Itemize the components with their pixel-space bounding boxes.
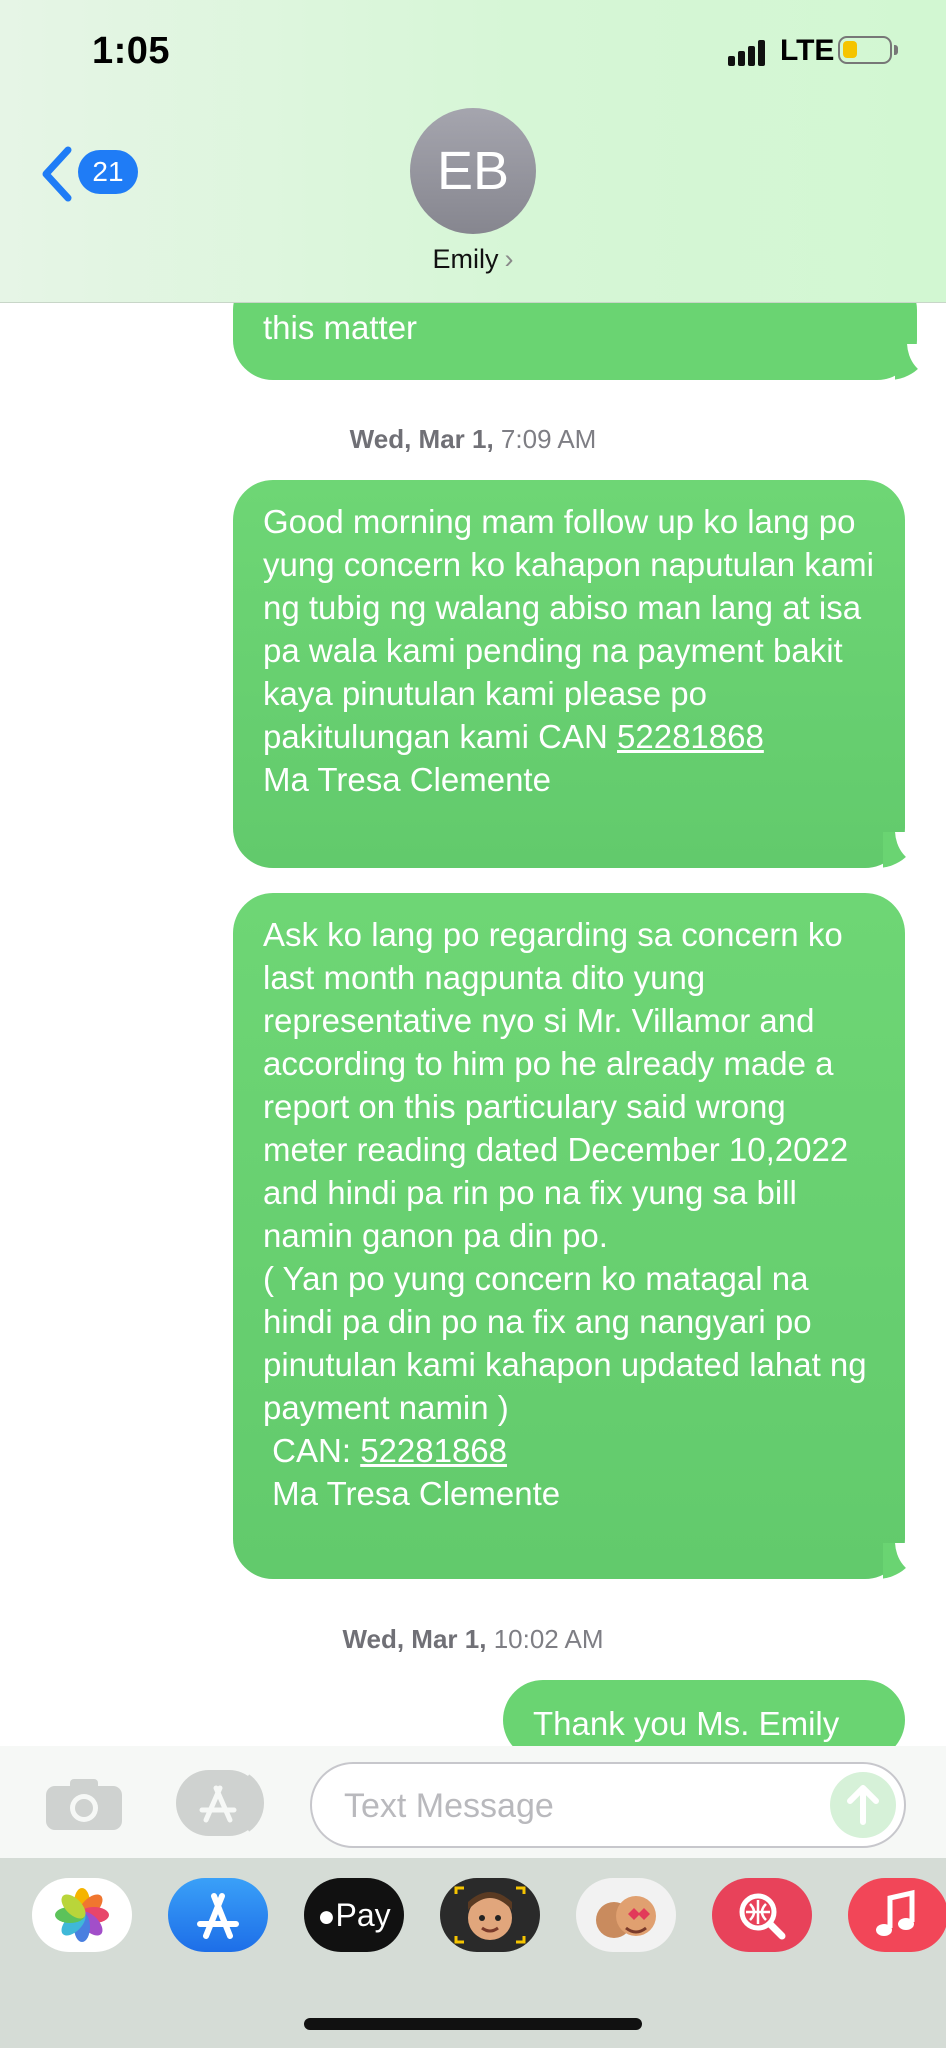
message-text: ( Yan po yung concern ko matagal na hind… <box>263 1260 867 1426</box>
contact-avatar[interactable]: EB <box>410 108 536 234</box>
message-text: Ma Tresa Clemente <box>263 1475 561 1512</box>
animoji-stickers-icon[interactable] <box>576 1878 676 1952</box>
imessage-app-drawer: ●Pay <box>0 1858 946 2048</box>
text-message-input[interactable] <box>342 1778 806 1834</box>
timestamp: Wed, Mar 1, 7:09 AM <box>349 424 597 454</box>
camera-icon[interactable] <box>44 1776 124 1832</box>
app-store-icon[interactable] <box>168 1878 268 1952</box>
back-chevron-icon[interactable] <box>38 144 78 204</box>
account-number-link[interactable]: 52281868 <box>617 718 764 755</box>
message-bubble[interactable]: Ask ko lang po regarding sa concern ko l… <box>233 893 917 1579</box>
message-text: CAN: <box>263 1432 361 1469</box>
contact-name: Emily <box>432 244 499 274</box>
music-icon[interactable] <box>848 1878 946 1952</box>
status-time: 1:05 <box>92 30 171 72</box>
app-store-apps-icon[interactable] <box>176 1770 266 1836</box>
unread-count-badge[interactable]: 21 <box>78 150 138 194</box>
chevron-right-icon: › <box>504 244 514 274</box>
message-bubble[interactable]: Good morning mam follow up ko lang po yu… <box>233 480 917 868</box>
home-indicator[interactable] <box>304 2018 642 2030</box>
message-text: Ma Tresa Clemente <box>263 761 551 798</box>
message-text: Ask ko lang po regarding sa concern ko l… <box>263 916 849 1254</box>
timestamp: Wed, Mar 1, 10:02 AM <box>342 1624 604 1654</box>
photos-icon[interactable] <box>32 1878 132 1952</box>
contact-name-button[interactable]: Emily › <box>0 244 946 275</box>
send-button[interactable] <box>830 1772 896 1838</box>
search-images-icon[interactable] <box>712 1878 812 1952</box>
conversation-header: 1:05 LTE 21 EB Emily › <box>0 0 946 303</box>
network-type: LTE <box>780 34 835 67</box>
apple-pay-icon[interactable]: ●Pay <box>304 1878 404 1952</box>
message-text: Thank you Ms. Emily <box>533 1705 840 1742</box>
cellular-signal-icon <box>728 40 768 66</box>
compose-bar <box>0 1746 946 1858</box>
message-text: Good morning mam follow up ko lang po yu… <box>263 503 874 755</box>
message-text: this matter <box>263 309 418 346</box>
account-number-link[interactable]: 52281868 <box>360 1432 507 1469</box>
memoji-icon[interactable] <box>440 1878 540 1952</box>
message-bubble[interactable]: Thank you Ms. Emily <box>503 1680 905 1746</box>
message-input-field[interactable] <box>310 1762 906 1848</box>
battery-icon <box>838 36 898 64</box>
